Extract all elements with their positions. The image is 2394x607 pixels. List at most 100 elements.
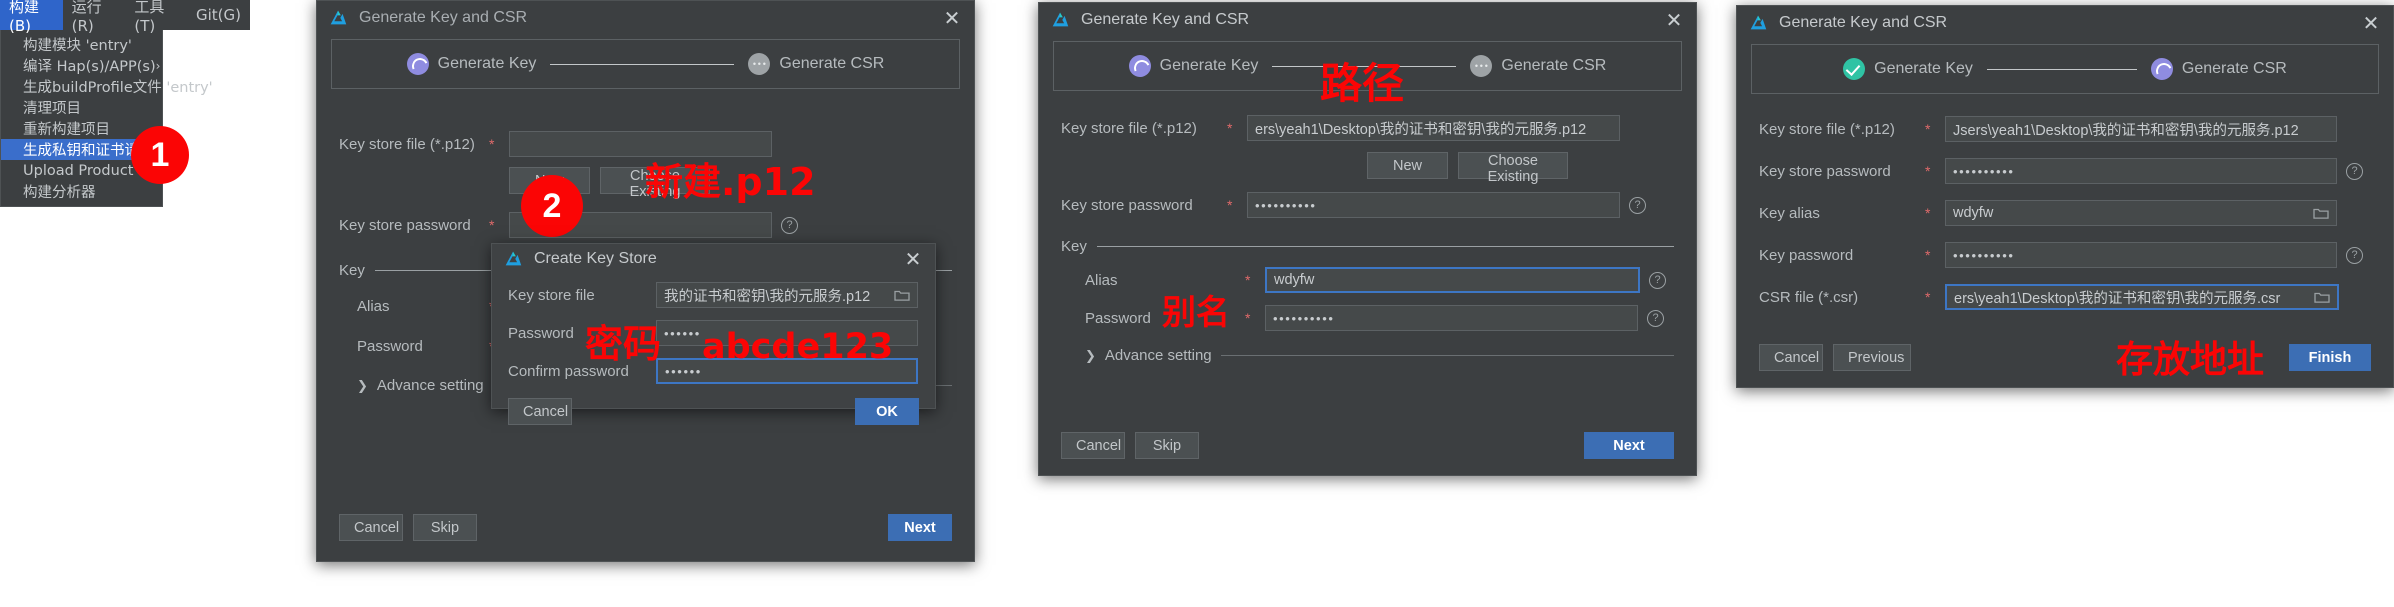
help-icon[interactable]: ? [1629,196,1646,214]
close-icon[interactable]: ✕ [901,247,925,271]
step-label: Generate CSR [2181,60,2287,77]
skip-button[interactable]: Skip [413,514,477,541]
password-input[interactable]: •••••••••• [1265,305,1638,331]
cancel-button[interactable]: Cancel [1061,432,1125,459]
annotation-path-cn: 路径 [1320,59,1405,108]
menu-item-build-module[interactable]: 构建模块 'entry' [1,34,162,55]
key-group-label: Key [339,262,365,279]
required-marker: * [1925,163,1931,179]
menu-item-label: Upload Product [23,162,134,179]
key-store-file-label: Key store file (*.p12) [1061,119,1197,137]
help-icon[interactable]: ? [2346,246,2363,264]
csr-file-input[interactable]: ers\yeah1\Desktop\我的证书和密钥\我的元服务.csr [1945,284,2339,310]
previous-button[interactable]: Previous [1833,344,1911,371]
devecostudio-logo-icon [330,10,347,25]
step-generate-csr: Generate CSR [748,53,884,75]
next-button[interactable]: Next [888,514,952,541]
required-marker: * [489,217,495,233]
password-label: Password [357,337,423,355]
key-password-input[interactable]: •••••••••• [1945,242,2337,268]
menu-item-clean-project[interactable]: 清理项目 [1,97,162,118]
new-keystore-button[interactable]: New [1367,152,1448,179]
step-connector [550,63,735,65]
menu-item-label: 编译 Hap(s)/APP(s) [23,59,156,75]
csr-file-label: CSR file (*.csr) [1759,288,1859,306]
advance-setting-label: Advance setting [376,377,484,394]
key-store-password-input[interactable]: •••••••••• [1247,192,1620,218]
close-icon[interactable]: ✕ [940,6,964,30]
devecostudio-logo-icon [1750,15,1767,30]
menubar-item-run[interactable]: 运行(R) [63,0,126,35]
step-active-icon [406,53,429,75]
dialog-title: Generate Key and CSR [1081,11,1250,28]
csr-file-row: CSR file (*.csr) * ers\yeah1\Desktop\我的证… [1759,284,2371,310]
help-icon[interactable]: ? [781,216,798,234]
help-icon[interactable]: ? [1649,271,1666,289]
chevron-right-icon: ❯ [357,377,368,393]
dialog-title: Generate Key and CSR [359,9,528,26]
cancel-button[interactable]: Cancel [508,398,572,425]
step-label: Generate Key [437,55,537,72]
menu-bar: 构建(B) 运行(R) 工具(T) Git(G) [0,0,250,35]
step-pending-icon [748,53,771,75]
menu-item-compile-hap[interactable]: 编译 Hap(s)/APP(s) › [1,55,162,76]
dialog-footer: Cancel OK [508,398,919,425]
choose-existing-button[interactable]: Choose Existing [1458,152,1568,185]
cancel-button[interactable]: Cancel [339,514,403,541]
key-store-password-row: Key store password * •••••••••• ? [1759,158,2371,184]
key-store-password-input[interactable]: •••••••••• [1945,158,2337,184]
required-marker: * [1245,272,1251,288]
required-marker: * [1925,205,1931,221]
step-label: Generate Key [1159,57,1259,74]
menu-item-generate-buildprofile[interactable]: 生成buildProfile文件 'entry' [1,76,213,97]
alias-input[interactable]: wdyfw [1265,267,1640,293]
menu-item-build-analyzer[interactable]: 构建分析器 [1,181,162,202]
step-generate-key: Generate Key [1843,58,1973,80]
step-generate-key: Generate Key [1128,55,1259,77]
file-buttons-row: New Choose Existing [1061,152,1674,185]
step-label: Generate Key [1874,60,1973,77]
key-alias-input[interactable]: wdyfw [1945,200,2337,226]
wizard-stepper: Generate Key Generate CSR [331,39,960,89]
advance-setting-toggle[interactable]: ❯ Advance setting [1061,347,1674,364]
build-menu-popup: 构建模块 'entry' 编译 Hap(s)/APP(s) › 生成buildP… [0,30,213,207]
dialog-title-bar: Generate Key and CSR ✕ [1039,3,1696,37]
annotation-badge-2: 2 [521,175,583,237]
step-active-icon [1128,55,1151,77]
key-store-file-input[interactable]: ers\yeah1\Desktop\我的证书和密钥\我的元服务.p12 [1247,115,1620,141]
password-row: Password * •••••••••• ? [1061,305,1674,331]
menubar-item-build[interactable]: 构建(B) [0,0,63,35]
generate-key-csr-dialog-3: Generate Key and CSR ✕ Generate Key Gene… [1736,5,2394,388]
csr-file-value: ers\yeah1\Desktop\我的证书和密钥\我的元服务.csr [1954,290,2281,307]
step-done-icon [1843,58,1866,80]
wizard-stepper: Generate Key Generate CSR [1751,44,2379,94]
dialog-title: Create Key Store [534,250,657,267]
finish-button[interactable]: Finish [2289,344,2371,371]
cancel-button[interactable]: Cancel [1759,344,1823,371]
key-store-file-value: 我的证书和密钥\我的元服务.p12 [664,288,871,305]
menu-item-label: 清理项目 [23,101,81,117]
menubar-item-git[interactable]: Git(G) [187,0,250,30]
ok-button[interactable]: OK [855,398,919,425]
next-button[interactable]: Next [1584,432,1674,459]
help-icon[interactable]: ? [1647,309,1664,327]
key-store-file-input[interactable]: 我的证书和密钥\我的元服务.p12 [656,282,918,308]
skip-button[interactable]: Skip [1135,432,1199,459]
key-store-file-input[interactable]: Jsers\yeah1\Desktop\我的证书和密钥\我的元服务.p12 [1945,116,2337,142]
key-alias-label: Key alias [1759,204,1820,222]
help-icon[interactable]: ? [2346,162,2363,180]
key-store-file-row: Key store file 我的证书和密钥\我的元服务.p12 [508,282,919,308]
annotation-password-cn: 密码 [585,322,662,366]
folder-icon[interactable] [2313,207,2329,220]
required-marker: * [1227,120,1233,136]
step-generate-csr: Generate CSR [1470,55,1606,77]
annotation-badge-1: 1 [131,126,189,184]
folder-icon[interactable] [2314,291,2330,304]
folder-icon[interactable] [894,289,910,302]
dialog-title-bar: Generate Key and CSR ✕ [1737,6,2393,40]
close-icon[interactable]: ✕ [1662,8,1686,32]
close-icon[interactable]: ✕ [2359,11,2383,35]
divider [1220,355,1674,356]
key-store-file-input[interactable] [509,131,772,157]
menubar-item-tools[interactable]: 工具(T) [125,0,187,35]
